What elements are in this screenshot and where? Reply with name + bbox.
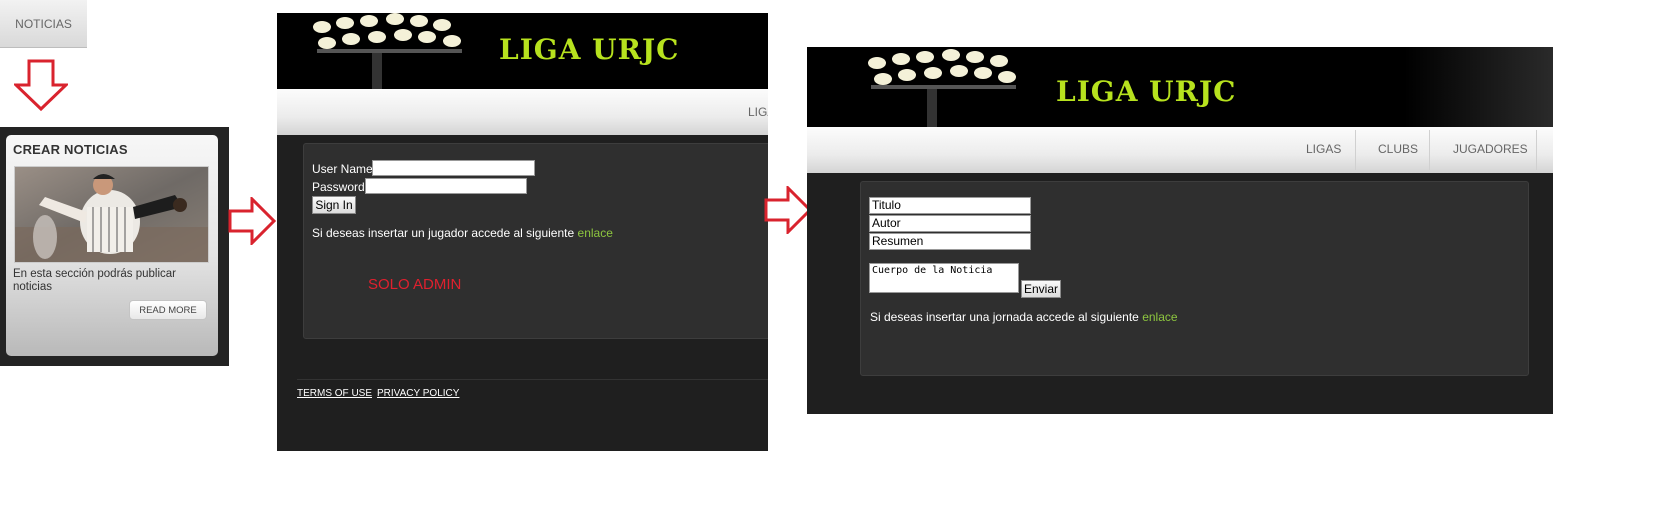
enlace-link[interactable]: enlace — [1142, 310, 1177, 324]
news-form-page-screenshot: LIGA URJC LIGAS CLUBS JUGADORES Titulo A… — [807, 47, 1553, 414]
main-nav: LIGAS CLUBS JUGADORES — [807, 127, 1553, 173]
autor-input[interactable]: Autor — [869, 215, 1031, 232]
tab-noticias[interactable]: NOTICIAS — [0, 0, 87, 48]
site-banner: LIGA URJC — [807, 47, 1553, 127]
stadium-lights-icon — [313, 13, 462, 89]
username-label: User Name: — [312, 162, 377, 176]
note-text: Si deseas insertar un jugador accede al … — [312, 226, 575, 240]
note-text: Si deseas insertar una jornada accede al… — [870, 310, 1139, 324]
stadium-lights-icon — [868, 49, 1016, 127]
card-description: En esta sección podrás publicar noticias — [13, 268, 177, 293]
privacy-policy-link[interactable]: PRIVACY POLICY — [377, 388, 459, 399]
arrow-down-icon — [14, 59, 68, 112]
footer-divider — [297, 379, 768, 380]
arrow-right-icon — [764, 186, 812, 234]
insert-round-note: Si deseas insertar una jornada accede al… — [870, 310, 1178, 324]
sign-in-button[interactable]: Sign In — [312, 196, 356, 214]
nav-item-jugadores[interactable]: JUGADORES — [1453, 142, 1528, 156]
login-page-screenshot: LIGA URJC LIGA User Name: Password: Sign… — [277, 13, 768, 451]
read-more-button[interactable]: READ MORE — [129, 300, 207, 320]
password-label: Password: — [312, 180, 369, 194]
brand-logo-text: LIGA URJC — [1056, 75, 1237, 108]
baseball-pitcher-image — [14, 166, 209, 263]
titulo-input[interactable]: Titulo — [869, 197, 1031, 214]
username-input[interactable] — [372, 160, 535, 176]
password-input[interactable] — [365, 178, 527, 194]
enviar-button[interactable]: Enviar — [1021, 280, 1061, 298]
terms-of-use-link[interactable]: TERMS OF USE — [297, 388, 372, 399]
enlace-link[interactable]: enlace — [578, 226, 613, 240]
resumen-input[interactable]: Resumen — [869, 233, 1031, 250]
nav-item-ligas[interactable]: LIGA — [748, 105, 768, 119]
cuerpo-textarea[interactable]: Cuerpo de la Noticia — [869, 263, 1019, 293]
card-title: CREAR NOTICIAS — [13, 142, 128, 157]
nav-item-ligas[interactable]: LIGAS — [1306, 142, 1341, 156]
nav-divider — [1429, 130, 1430, 170]
main-nav: LIGA — [277, 89, 768, 135]
brand-logo-text: LIGA URJC — [499, 33, 680, 66]
nav-item-clubs[interactable]: CLUBS — [1378, 142, 1418, 156]
nav-divider — [1355, 130, 1356, 170]
site-banner: LIGA URJC — [277, 13, 768, 89]
arrow-right-icon — [228, 197, 276, 245]
admin-only-label: SOLO ADMIN — [368, 276, 462, 293]
insert-player-note: Si deseas insertar un jugador accede al … — [312, 226, 613, 240]
nav-divider — [1536, 130, 1537, 170]
